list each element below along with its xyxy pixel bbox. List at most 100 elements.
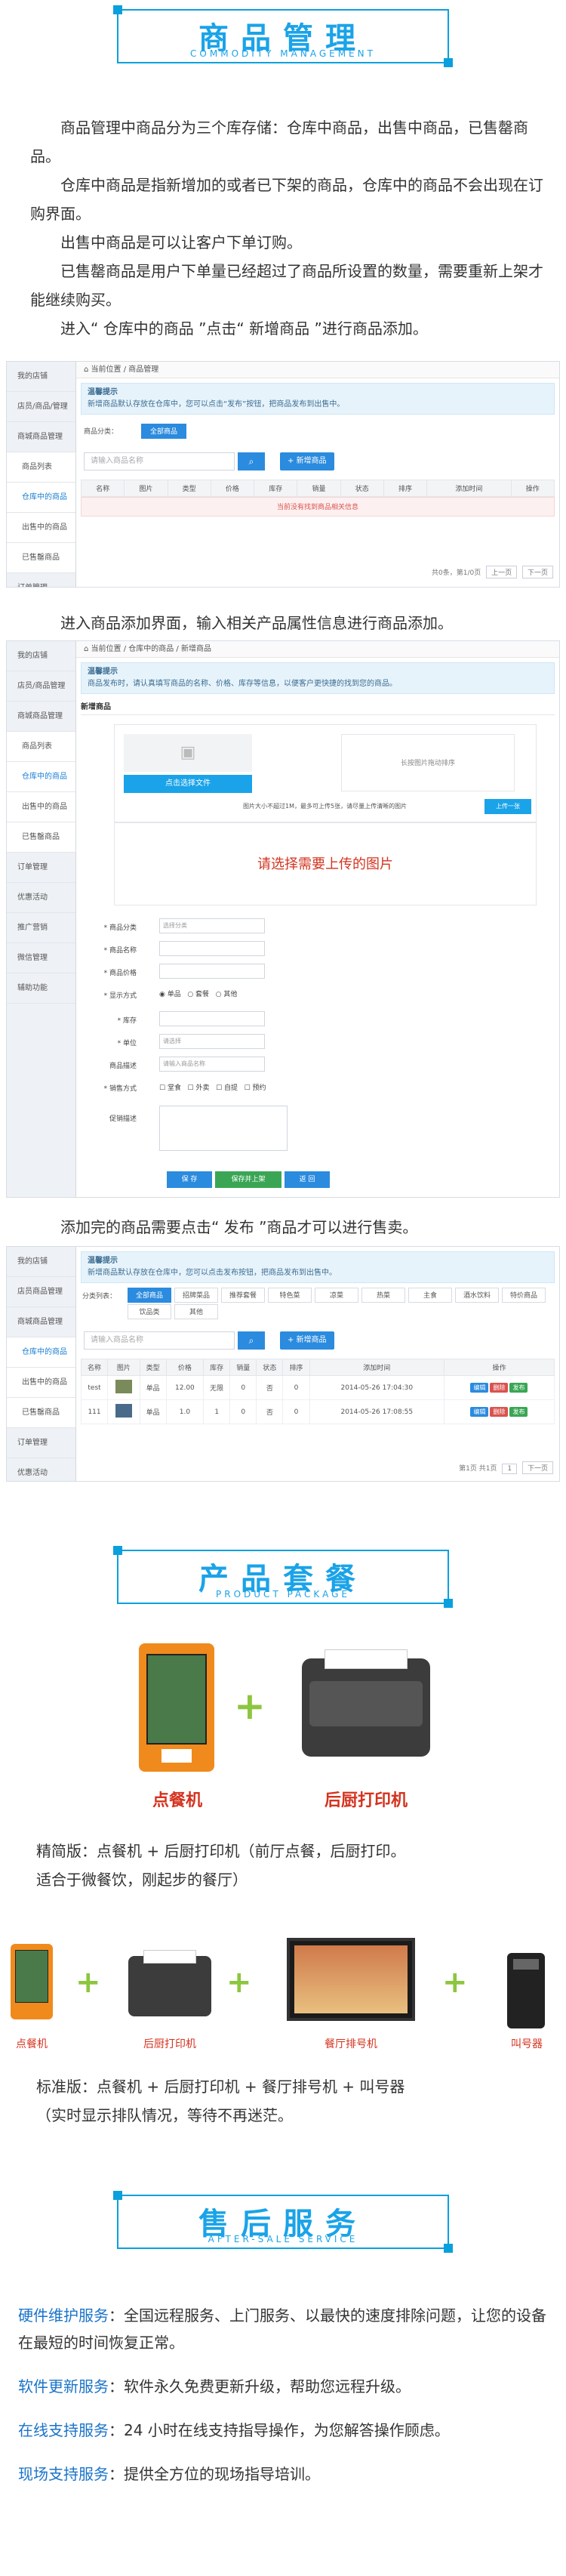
commodity-intro: 商品管理中商品分为三个库存储：仓库中商品，出售中商品，已售罄商品。 仓库中商品是… xyxy=(30,113,543,343)
main-panel: ⌂ 当前位置 / 仓库中的商品 / 新增商品 温馨提示 商品发布时，请认真填写商品… xyxy=(76,641,559,1197)
empty-message: 当前没有找到商品相关信息 xyxy=(81,497,555,517)
sidebar-item[interactable]: 商城商品管理 xyxy=(7,422,75,452)
sidebar-item[interactable]: 店员商品管理 xyxy=(7,1277,75,1307)
unit-select[interactable]: 请选择 xyxy=(159,1034,265,1049)
choose-file-button[interactable]: 点击选择文件 xyxy=(124,775,252,793)
back-button[interactable]: 返 回 xyxy=(285,1171,330,1188)
tab-category[interactable]: 特色菜 xyxy=(268,1288,312,1303)
edit-button[interactable]: 编辑 xyxy=(470,1383,489,1393)
publish-screenshot: 我的店铺 店员商品管理 商城商品管理 仓库中的商品 出售中的商品 已售罄商品 订… xyxy=(6,1246,560,1482)
search-row: 请输入商品名称 ⌕ + 新增商品 xyxy=(81,449,555,475)
ordering-machine-illustration xyxy=(139,1643,214,1772)
sidebar-item[interactable]: 微信管理 xyxy=(7,943,75,973)
publish-button[interactable]: 发布 xyxy=(509,1407,528,1417)
sidebar-item-warehouse[interactable]: 仓库中的商品 xyxy=(7,762,75,792)
next-page-button[interactable]: 下一页 xyxy=(521,566,553,578)
plus-icon: + xyxy=(234,1684,266,1728)
sidebar-item[interactable]: 订单管理 xyxy=(7,573,75,587)
table-header: 名称 图片 类型 价格 库存 销量 状态 排序 添加时间 操作 xyxy=(80,480,555,497)
sidebar-item[interactable]: 已售罄商品 xyxy=(7,1398,75,1428)
intro-para-2: 仓库中商品是指新增加的或者已下架的商品，仓库中的商品不会出现在订购界面。 xyxy=(30,176,543,223)
sidebar-item[interactable]: 商品列表 xyxy=(7,732,75,762)
category-select[interactable]: 选择分类 xyxy=(159,918,265,933)
delete-button[interactable]: 删除 xyxy=(490,1383,509,1393)
tab-category[interactable]: 招牌菜品 xyxy=(174,1288,218,1303)
queue-display-label: 餐厅排号机 xyxy=(325,2038,377,2050)
table-header: 名称 图片 类型 价格 库存 销量 状态 排序 添加时间 操作 xyxy=(80,1359,555,1376)
sidebar-item[interactable]: 出售中的商品 xyxy=(7,1368,75,1398)
delete-button[interactable]: 删除 xyxy=(490,1407,509,1417)
product-name-input[interactable] xyxy=(159,941,265,956)
sidebar-item[interactable]: 店员/商品管理 xyxy=(7,671,75,702)
search-button[interactable]: ⌕ xyxy=(238,452,265,470)
stock-input[interactable] xyxy=(159,1011,265,1026)
sidebar-item-warehouse[interactable]: 仓库中的商品 xyxy=(7,483,75,513)
tab-all[interactable]: 全部商品 xyxy=(141,424,186,439)
tab-category[interactable]: 特价商品 xyxy=(502,1288,546,1303)
add-product-button[interactable]: + 新增商品 xyxy=(280,452,334,470)
tab-category[interactable]: 主食 xyxy=(408,1288,452,1303)
page-button[interactable]: 1 xyxy=(502,1464,518,1474)
tab-category[interactable]: 饮品类 xyxy=(128,1304,171,1319)
edit-button[interactable]: 编辑 xyxy=(470,1407,489,1417)
save-button[interactable]: 保 存 xyxy=(167,1171,212,1188)
upload-area: ▣ 点击选择文件 长按图片拖动排序 图片大小不超过1M，最多可上传5张，请尽量上… xyxy=(114,724,537,822)
service-header: 售后服务 AFTER-SALE SERVICE xyxy=(0,2191,566,2253)
sidebar-item[interactable]: 优惠活动 xyxy=(7,1458,75,1481)
promo-textarea[interactable] xyxy=(159,1106,288,1151)
tab-category[interactable]: 热菜 xyxy=(361,1288,405,1303)
sidebar-item[interactable]: 我的店铺 xyxy=(7,1247,75,1277)
publish-button[interactable]: 发布 xyxy=(509,1383,528,1393)
table-row: 111 单品 1.0 10 否0 2014-05-26 17:08:55 编辑 删除… xyxy=(80,1399,555,1424)
main-panel: ⌂ 当前位置 / 商品管理 温馨提示 新增商品默认存放在仓库中，您可以点击“发布”… xyxy=(76,362,559,587)
sidebar-item[interactable]: 已售罄商品 xyxy=(7,822,75,853)
commodity-header: 商品管理 COMMODITY MANAGEMENT xyxy=(0,5,566,67)
description-input[interactable]: 请输入商品名称 xyxy=(159,1057,265,1072)
price-input[interactable] xyxy=(159,964,265,979)
sidebar-item[interactable]: 订单管理 xyxy=(7,853,75,883)
save-publish-button[interactable]: 保存并上架 xyxy=(215,1171,281,1188)
sidebar: 我的店铺 店员/商品/管理 商城商品管理 商品列表 仓库中的商品 出售中的商品 … xyxy=(7,362,76,587)
tab-category[interactable]: 酒水饮料 xyxy=(455,1288,499,1303)
display-radios[interactable]: ◉ 单品 ○ 套餐 ○ 其他 xyxy=(159,989,237,998)
tab-all[interactable]: 全部商品 xyxy=(128,1288,171,1303)
service-item: 在线支持服务：24 小时在线支持指导操作，为您解答操作顾虑。 xyxy=(18,2421,450,2439)
service-subtitle: AFTER-SALE SERVICE xyxy=(208,2234,358,2244)
sidebar-item[interactable]: 订单管理 xyxy=(7,1428,75,1458)
tab-category[interactable]: 推荐套餐 xyxy=(221,1288,265,1303)
sidebar: 我的店铺 店员/商品管理 商城商品管理 商品列表 仓库中的商品 出售中的商品 已… xyxy=(7,641,76,1197)
home-icon: ⌂ xyxy=(84,645,91,653)
product-thumbnail xyxy=(115,1404,132,1418)
sidebar-item[interactable]: 商城商品管理 xyxy=(7,702,75,732)
step3-text: 添加完的商品需要点击“ 发布 ”商品才可以进行售卖。 xyxy=(60,1218,418,1236)
search-icon: ⌕ xyxy=(248,456,254,467)
sidebar-item[interactable]: 商品列表 xyxy=(7,452,75,483)
ordering-machine-label: 点餐机 xyxy=(16,2038,48,2050)
sidebar-item[interactable]: 推广营销 xyxy=(7,913,75,943)
sidebar-item[interactable]: 出售中的商品 xyxy=(7,513,75,543)
sidebar-item[interactable]: 店员/商品/管理 xyxy=(7,392,75,422)
upload-placeholder-text: 请选择需要上传的图片 xyxy=(114,822,537,905)
filter-row: 商品分类： 全部商品 xyxy=(81,419,555,445)
pager-label: 叫号器 xyxy=(511,2038,543,2050)
sidebar-item-warehouse[interactable]: 仓库中的商品 xyxy=(7,1337,75,1368)
search-input[interactable]: 请输入商品名称 xyxy=(84,452,235,470)
search-input[interactable]: 请输入商品名称 xyxy=(84,1331,235,1350)
sidebar-item[interactable]: 我的店铺 xyxy=(7,362,75,392)
next-page-button[interactable]: 下一页 xyxy=(521,1461,553,1474)
sidebar-item[interactable]: 出售中的商品 xyxy=(7,792,75,822)
upload-confirm-button[interactable]: 上传一张 xyxy=(484,799,531,814)
tab-category[interactable]: 凉菜 xyxy=(315,1288,358,1303)
tab-category[interactable]: 其他 xyxy=(174,1304,218,1319)
sidebar-item[interactable]: 我的店铺 xyxy=(7,641,75,671)
search-button[interactable]: ⌕ xyxy=(238,1331,265,1350)
sidebar-item[interactable]: 优惠活动 xyxy=(7,883,75,913)
commodity-subtitle: COMMODITY MANAGEMENT xyxy=(190,48,376,59)
sidebar-item[interactable]: 辅助功能 xyxy=(7,973,75,1004)
sidebar-item[interactable]: 商城商品管理 xyxy=(7,1307,75,1337)
sale-type-checks[interactable]: ☐ 堂食 ☐ 外卖 ☐ 自提 ☐ 预约 xyxy=(159,1082,266,1092)
plus-icon: + xyxy=(442,1965,468,2000)
add-product-button[interactable]: + 新增商品 xyxy=(280,1331,334,1350)
sidebar-item[interactable]: 已售罄商品 xyxy=(7,543,75,573)
prev-page-button[interactable]: 上一页 xyxy=(486,566,518,578)
